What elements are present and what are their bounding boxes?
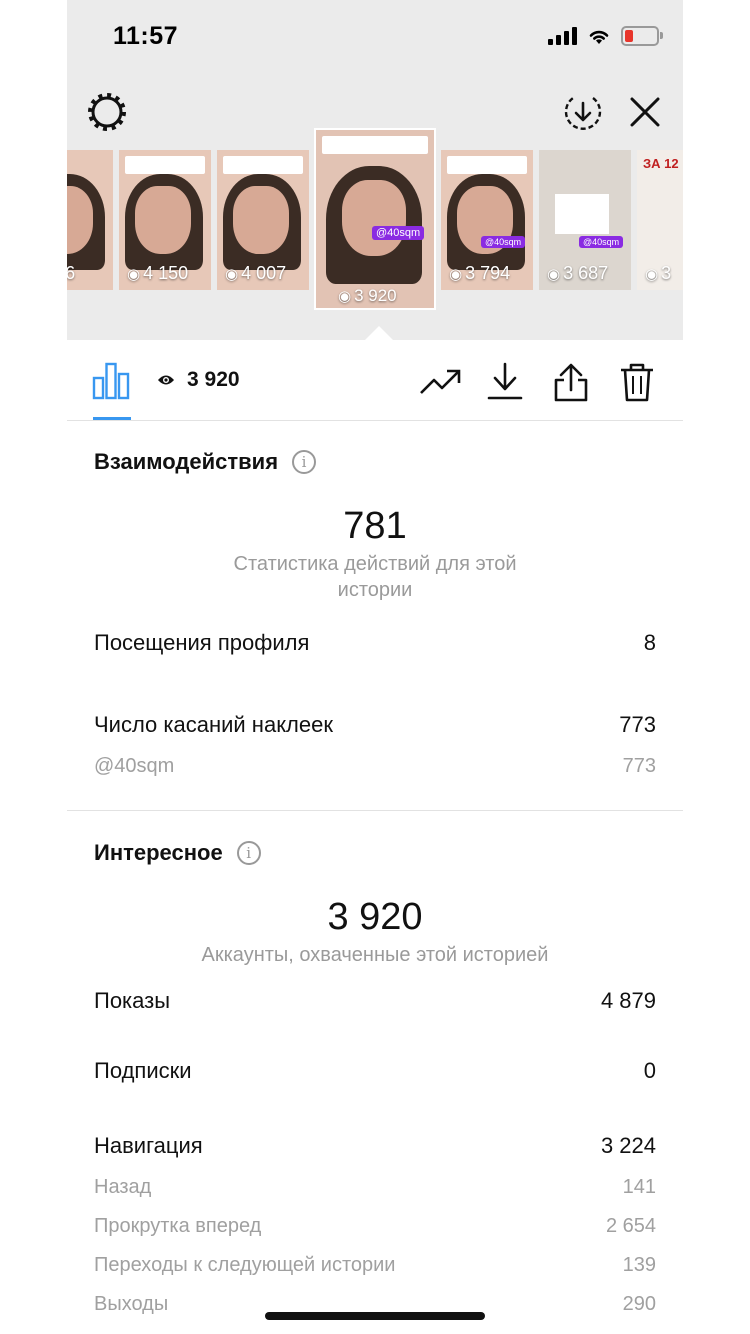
- story-thumbnail[interactable]: ◉ 4 007: [217, 150, 309, 290]
- story-thumbnail[interactable]: ЗА 12 И 236 ◉3: [637, 150, 683, 290]
- stat-row-back: Назад 141: [94, 1176, 656, 1198]
- section-divider: [67, 810, 683, 811]
- discovery-caption: Аккаунты, охваченные этой историей: [201, 944, 549, 966]
- stat-row-impressions: Показы 4 879: [94, 988, 656, 1013]
- close-button[interactable]: [623, 90, 667, 134]
- download-icon: [487, 362, 523, 400]
- stat-row-next-story: Переходы к следующей истории 139: [94, 1254, 656, 1276]
- delete-button[interactable]: [615, 360, 659, 404]
- thumbnail-views: ◉ 4 150: [127, 263, 189, 283]
- promo-text: ЗА 12 И 236: [643, 156, 683, 171]
- status-time: 11:57: [113, 22, 179, 50]
- save-story-button[interactable]: [561, 90, 605, 134]
- promote-button[interactable]: [418, 360, 462, 404]
- views-count: 3 920: [187, 368, 240, 391]
- story-thumbnail[interactable]: ◉256: [67, 150, 113, 290]
- stat-row-mention[interactable]: @40sqm 773: [94, 755, 656, 778]
- stat-row-navigation: Навигация 3 224: [94, 1133, 656, 1158]
- info-icon[interactable]: i: [292, 450, 317, 474]
- thumbnail-views: ◉ 3 687: [547, 263, 609, 283]
- discovery-title: Интересное i: [94, 840, 261, 866]
- interactions-total: 781: [343, 505, 407, 547]
- story-thumbnail[interactable]: @40sqm ◉ 3 687: [539, 150, 631, 290]
- battery-icon: [621, 26, 663, 46]
- close-icon: [630, 97, 660, 127]
- thumbnail-views: ◉ 3 794: [449, 263, 511, 283]
- download-circle-icon: [564, 97, 602, 130]
- interactions-title: Взаимодействия i: [94, 449, 317, 475]
- settings-button[interactable]: [85, 90, 129, 134]
- wifi-icon: [589, 30, 609, 44]
- thumbnail-views: ◉256: [67, 263, 76, 283]
- top-area: 11:57 6 ◉ 4 150 ◉ 4 007 @40sqm ◉ 3 920 @…: [67, 0, 683, 340]
- mention-tag: @40sqm: [579, 236, 624, 248]
- thumbnail-views: ◉ 4 007: [225, 263, 287, 283]
- story-thumbnail-strip: ◉256 ◉4 150 ◉4 007 @40sqm ◉3 920 @40sqm …: [67, 130, 683, 310]
- mention-tag: @40sqm: [372, 226, 425, 240]
- stat-row-forward: Прокрутка вперед 2 654: [94, 1215, 656, 1237]
- mention-tag: @40sqm: [481, 236, 526, 248]
- stat-row-follows: Подписки 0: [94, 1058, 656, 1083]
- story-insights-screen: 11:57 6 ◉ 4 150 ◉ 4 007 @40sqm ◉ 3 920 @…: [67, 0, 683, 1334]
- selected-story-pointer: [365, 326, 393, 340]
- gear-icon: [88, 93, 126, 131]
- interactions-caption: Статистика действий для этой истории: [233, 553, 517, 601]
- home-indicator: [265, 1312, 485, 1320]
- toolbar-views[interactable]: 3 920: [157, 368, 240, 392]
- story-thumbnail-selected[interactable]: @40sqm ◉ 3 920: [316, 130, 434, 308]
- trending-icon: [420, 369, 461, 394]
- status-icons: [548, 26, 663, 46]
- story-thumbnail[interactable]: ◉ 4 150: [119, 150, 211, 290]
- bar-chart-icon: [92, 362, 130, 400]
- thumbnail-views: ◉ 3 920: [338, 286, 397, 305]
- tab-underline: [93, 417, 131, 420]
- tab-insights[interactable]: [91, 356, 131, 404]
- thumbnail-views: ◉ 3: [645, 263, 672, 283]
- share-icon: [554, 363, 588, 402]
- stat-row-profile-visits: Посещения профиля 8: [94, 630, 656, 655]
- info-icon[interactable]: i: [236, 841, 261, 865]
- share-button[interactable]: [549, 360, 593, 404]
- download-button[interactable]: [483, 360, 527, 404]
- eye-icon: [158, 375, 174, 385]
- trash-icon: [621, 363, 653, 402]
- stat-row-sticker-taps: Число касаний наклеек 773: [94, 712, 656, 737]
- discovery-total: 3 920: [327, 896, 423, 938]
- insights-toolbar: 3 920: [67, 340, 683, 421]
- story-thumbnail[interactable]: @40sqm ◉ 3 794: [441, 150, 533, 290]
- signal-icon: [548, 27, 577, 45]
